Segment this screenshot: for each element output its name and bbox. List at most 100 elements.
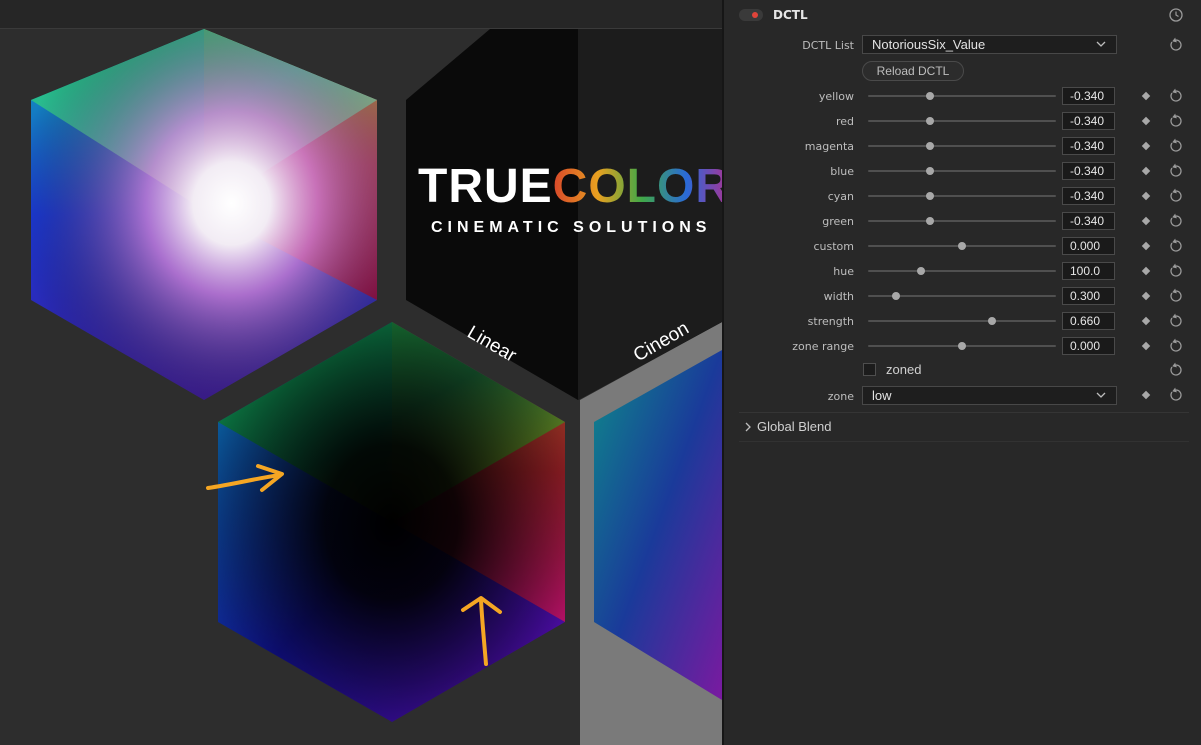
keyframe-diamond-icon[interactable] — [1141, 291, 1151, 301]
slider-track[interactable] — [868, 242, 1056, 250]
logo-color: COLOR — [553, 160, 722, 213]
keyframe-diamond-icon[interactable] — [1141, 266, 1151, 276]
reset-icon[interactable] — [1168, 288, 1184, 304]
dctl-list-label: DCTL List — [802, 39, 854, 52]
keyframe-diamond-icon[interactable] — [1141, 141, 1151, 151]
enable-toggle[interactable] — [739, 9, 763, 21]
chevron-down-icon — [1096, 392, 1106, 398]
slider-label: cyan — [827, 190, 854, 203]
chevron-down-icon — [1096, 41, 1106, 47]
slider-row-yellow: yellow -0.340 — [724, 86, 1201, 106]
slider-value-input[interactable]: 0.660 — [1062, 312, 1115, 330]
slider-value-input[interactable]: -0.340 — [1062, 187, 1115, 205]
slider-row-red: red -0.340 — [724, 111, 1201, 131]
chevron-right-icon — [745, 422, 751, 432]
slider-row-blue: blue -0.340 — [724, 161, 1201, 181]
slider-track[interactable] — [868, 167, 1056, 175]
slider-label: blue — [830, 165, 854, 178]
slider-label: magenta — [804, 140, 854, 153]
slider-label: width — [823, 290, 854, 303]
slider-value-input[interactable]: 0.000 — [1062, 337, 1115, 355]
keyframe-diamond-icon[interactable] — [1141, 216, 1151, 226]
keyframe-diamond-icon[interactable] — [1141, 316, 1151, 326]
reset-icon[interactable] — [1168, 113, 1184, 129]
slider-label: custom — [813, 240, 854, 253]
reset-icon[interactable] — [1168, 37, 1184, 53]
slider-label: green — [822, 215, 854, 228]
global-blend-label: Global Blend — [757, 419, 832, 434]
zoned-label: zoned — [886, 362, 922, 377]
slider-track[interactable] — [868, 342, 1056, 350]
dctl-list-dropdown[interactable]: NotoriousSix_Value — [862, 35, 1117, 54]
slider-track[interactable] — [868, 117, 1056, 125]
history-reset-icon[interactable] — [1168, 7, 1184, 23]
reset-icon[interactable] — [1168, 387, 1184, 403]
slider-value-input[interactable]: 0.300 — [1062, 287, 1115, 305]
slider-row-hue: hue 100.0 — [724, 261, 1201, 281]
zoned-checkbox[interactable] — [863, 363, 876, 376]
slider-track[interactable] — [868, 317, 1056, 325]
reset-icon[interactable] — [1168, 163, 1184, 179]
slider-track[interactable] — [868, 217, 1056, 225]
slider-handle[interactable] — [926, 192, 935, 200]
slider-label: strength — [807, 315, 854, 328]
reset-icon[interactable] — [1168, 238, 1184, 254]
slider-handle[interactable] — [926, 217, 935, 225]
reset-icon[interactable] — [1168, 362, 1184, 378]
slider-label: red — [835, 115, 854, 128]
reload-dctl-button[interactable]: Reload DCTL — [862, 61, 964, 81]
reset-icon[interactable] — [1168, 263, 1184, 279]
reset-icon[interactable] — [1168, 313, 1184, 329]
slider-row-strength: strength 0.660 — [724, 311, 1201, 331]
keyframe-diamond-icon[interactable] — [1141, 241, 1151, 251]
slider-track[interactable] — [868, 92, 1056, 100]
keyframe-diamond-icon[interactable] — [1141, 191, 1151, 201]
keyframe-diamond-icon[interactable] — [1141, 390, 1151, 400]
slider-label: yellow — [818, 90, 854, 103]
slider-track[interactable] — [868, 142, 1056, 150]
keyframe-diamond-icon[interactable] — [1141, 166, 1151, 176]
slider-handle[interactable] — [988, 317, 997, 325]
keyframe-diamond-icon[interactable] — [1141, 116, 1151, 126]
slider-handle[interactable] — [926, 142, 935, 150]
slider-row-width: width 0.300 — [724, 286, 1201, 306]
viewer-topbar — [0, 0, 722, 29]
slider-handle[interactable] — [892, 292, 901, 300]
slider-track[interactable] — [868, 267, 1056, 275]
slider-handle[interactable] — [958, 242, 966, 250]
reset-icon[interactable] — [1168, 138, 1184, 154]
image-viewer: TRUECOLOR CINEMATIC SOLUTIONS Linear Cin… — [0, 0, 722, 745]
reset-icon[interactable] — [1168, 188, 1184, 204]
global-blend-section[interactable]: Global Blend — [744, 419, 944, 437]
slider-handle[interactable] — [926, 117, 935, 125]
reset-icon[interactable] — [1168, 213, 1184, 229]
slider-track[interactable] — [868, 192, 1056, 200]
slider-handle[interactable] — [916, 267, 925, 275]
keyframe-diamond-icon[interactable] — [1141, 91, 1151, 101]
slider-value-input[interactable]: -0.340 — [1062, 212, 1115, 230]
reset-icon[interactable] — [1168, 338, 1184, 354]
slider-track[interactable] — [868, 292, 1056, 300]
keyframe-diamond-icon[interactable] — [1141, 341, 1151, 351]
color-cube-top-left — [31, 29, 377, 400]
slider-handle[interactable] — [958, 342, 966, 350]
slider-value-input[interactable]: -0.340 — [1062, 87, 1115, 105]
slider-row-zone-range: zone range 0.000 — [724, 336, 1201, 356]
reload-dctl-label: Reload DCTL — [876, 64, 950, 78]
section-divider — [739, 441, 1189, 442]
zone-label: zone — [827, 390, 854, 403]
slider-value-input[interactable]: 100.0 — [1062, 262, 1115, 280]
section-divider — [739, 412, 1189, 413]
slider-value-input[interactable]: -0.340 — [1062, 137, 1115, 155]
zone-dropdown[interactable]: low — [862, 386, 1117, 405]
slider-value-input[interactable]: 0.000 — [1062, 237, 1115, 255]
logo-true: TRUE — [418, 160, 553, 213]
slider-label: zone range — [792, 340, 854, 353]
slider-handle[interactable] — [926, 92, 935, 100]
slider-value-input[interactable]: -0.340 — [1062, 112, 1115, 130]
slider-handle[interactable] — [926, 167, 935, 175]
zone-value: low — [872, 388, 892, 403]
panel-title: DCTL — [773, 8, 808, 22]
slider-value-input[interactable]: -0.340 — [1062, 162, 1115, 180]
reset-icon[interactable] — [1168, 88, 1184, 104]
